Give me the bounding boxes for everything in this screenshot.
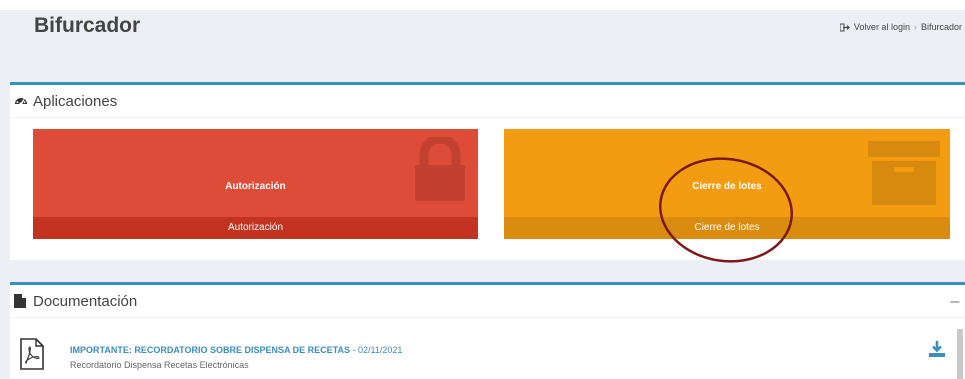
applications-title: Aplicaciones <box>33 92 118 110</box>
breadcrumb-separator: › <box>913 22 917 32</box>
collapse-button[interactable]: – <box>949 293 961 311</box>
download-icon[interactable] <box>928 340 946 358</box>
archive-icon <box>868 141 940 210</box>
scrollbar[interactable] <box>957 329 963 379</box>
file-icon <box>14 294 28 308</box>
cierre-de-lotes-footer-link[interactable]: Cierre de lotes <box>504 217 950 239</box>
pdf-icon <box>20 338 44 370</box>
applications-header: Aplicaciones <box>10 85 965 118</box>
cierre-de-lotes-tile[interactable]: Cierre de lotes Cierre de lotes <box>504 129 950 239</box>
top-strip <box>0 0 965 10</box>
breadcrumb-current: Bifurcador <box>920 22 962 32</box>
autorizacion-footer-link[interactable]: Autorización <box>33 217 478 239</box>
back-to-login-link[interactable]: Volver al login <box>854 22 910 32</box>
sign-out-icon <box>839 23 850 32</box>
breadcrumb: Volver al login › Bifurcador <box>839 22 962 32</box>
document-item: IMPORTANTE: RECORDATORIO SOBRE DISPENSA … <box>10 335 965 379</box>
document-date: - 02/11/2021 <box>350 345 403 355</box>
autorizacion-title: Autorización <box>225 181 286 192</box>
documentation-header: Documentación <box>10 285 965 318</box>
dashboard-icon <box>14 94 28 108</box>
applications-box: Aplicaciones Autorización Autorización C… <box>10 82 965 260</box>
document-subtitle: Recordatorio Dispensa Recetas Electrónic… <box>70 360 249 370</box>
page-title: Bifurcador <box>34 14 141 37</box>
documentation-title: Documentación <box>33 292 138 310</box>
cierre-de-lotes-title: Cierre de lotes <box>692 181 762 192</box>
document-title: IMPORTANTE: RECORDATORIO SOBRE DISPENSA … <box>70 345 351 355</box>
document-title-link[interactable]: IMPORTANTE: RECORDATORIO SOBRE DISPENSA … <box>70 345 402 355</box>
lock-icon <box>411 134 469 206</box>
autorizacion-tile[interactable]: Autorización Autorización <box>33 129 478 239</box>
documentation-box: Documentación – IMPORTANTE: RECORDATORIO… <box>10 282 965 379</box>
content-header: Bifurcador Volver al login › Bifurcador <box>10 10 965 82</box>
